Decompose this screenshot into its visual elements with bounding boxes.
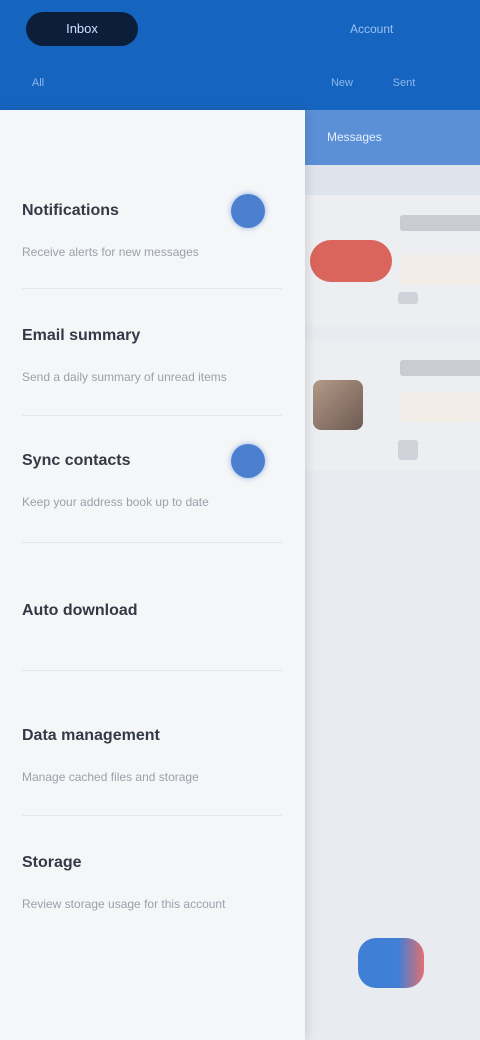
appbar-right-title: Account bbox=[350, 22, 394, 36]
list-item-name bbox=[400, 360, 480, 376]
setting-sync-contacts[interactable]: Sync contacts Keep your address book up … bbox=[0, 444, 305, 510]
setting-title: Storage bbox=[22, 854, 82, 871]
setting-title: Notifications bbox=[22, 202, 119, 219]
right-subheader bbox=[305, 165, 480, 195]
divider bbox=[22, 815, 282, 816]
setting-title: Email summary bbox=[22, 327, 141, 344]
setting-email-summary[interactable]: Email summary Send a daily summary of un… bbox=[0, 325, 305, 385]
compose-button[interactable] bbox=[358, 938, 424, 988]
right-header: Messages bbox=[305, 110, 480, 165]
list-item-name bbox=[400, 215, 480, 231]
setting-title: Auto download bbox=[22, 602, 138, 619]
setting-notifications[interactable]: Notifications Receive alerts for new mes… bbox=[0, 194, 305, 260]
divider bbox=[22, 415, 282, 416]
list-item-snippet bbox=[400, 392, 480, 422]
setting-data-management[interactable]: Data management Manage cached files and … bbox=[0, 725, 305, 785]
setting-title: Sync contacts bbox=[22, 452, 131, 469]
list-item-meta bbox=[398, 292, 418, 304]
divider bbox=[22, 670, 282, 671]
account-pill[interactable]: Inbox bbox=[26, 12, 138, 46]
tab-new[interactable]: New bbox=[322, 72, 362, 94]
tab-sent[interactable]: Sent bbox=[384, 72, 424, 94]
setting-title: Data management bbox=[22, 727, 160, 744]
tab-all[interactable]: All bbox=[18, 72, 58, 94]
divider bbox=[22, 542, 282, 543]
divider bbox=[22, 288, 282, 289]
setting-desc: Keep your address book up to date bbox=[22, 495, 209, 509]
setting-desc: Review storage usage for this account bbox=[22, 897, 226, 911]
setting-storage[interactable]: Storage Review storage usage for this ac… bbox=[0, 852, 305, 912]
app-bar: Inbox Account All New Sent bbox=[0, 0, 480, 110]
setting-desc: Send a daily summary of unread items bbox=[22, 370, 227, 384]
list-item-snippet bbox=[400, 255, 480, 285]
toggle-switch[interactable] bbox=[231, 194, 265, 228]
setting-desc: Receive alerts for new messages bbox=[22, 245, 199, 259]
setting-desc: Manage cached files and storage bbox=[22, 770, 199, 784]
list-item-meta bbox=[398, 440, 418, 460]
toggle-switch[interactable] bbox=[231, 444, 265, 478]
avatar bbox=[310, 240, 392, 282]
setting-auto-download[interactable]: Auto download bbox=[0, 600, 305, 644]
avatar bbox=[313, 380, 363, 430]
settings-panel: Notifications Receive alerts for new mes… bbox=[0, 110, 305, 1040]
